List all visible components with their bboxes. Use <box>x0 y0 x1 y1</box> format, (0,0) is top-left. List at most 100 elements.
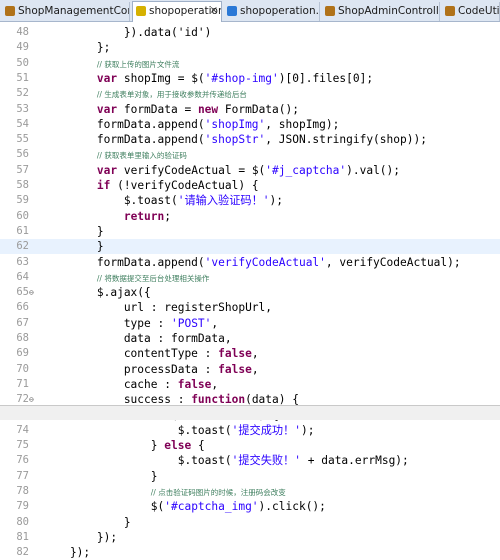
code-text: $.toast('请输入验证码！'); <box>43 194 283 208</box>
line-number: 80 <box>16 515 29 528</box>
tab-shop-admin-controller[interactable]: ShopAdminController.java <box>322 2 440 21</box>
code-line[interactable]: 56 // 获取表单里输入的验证码 <box>0 147 500 162</box>
line-number: 50 <box>16 56 29 69</box>
code-line[interactable]: 63 formData.append('verifyCodeActual', v… <box>0 255 500 270</box>
line-number: 68 <box>16 332 29 344</box>
code-line[interactable]: 52 // 生成表单对象，用于接收参数并传递给后台 <box>0 86 500 101</box>
line-number: 66 <box>16 301 29 314</box>
code-text: return; <box>123 209 171 223</box>
code-line[interactable]: 70 processData : false, <box>0 362 500 377</box>
code-line[interactable]: 65 ⊖ $.ajax({ <box>0 285 500 300</box>
code-text: // 获取表单里输入的验证码 <box>96 151 187 161</box>
line-number: 79 <box>16 500 29 513</box>
code-line[interactable]: 82 }); <box>0 545 500 560</box>
tab-shopoperation-js[interactable]: shopoperation.js × <box>132 1 222 22</box>
code-text: formData.append('shopStr', JSON.stringif… <box>43 133 427 147</box>
code-text: formData.append('verifyCodeActual', veri… <box>43 255 461 269</box>
code-text: } <box>43 515 131 529</box>
tab-label: ShopAdminController.java <box>338 5 439 17</box>
code-line[interactable]: 74 $.toast('提交成功！'); <box>0 423 500 438</box>
code-line[interactable]: 76 $.toast('提交失败！' + data.errMsg); <box>0 453 500 468</box>
fold-toggle-icon[interactable]: ⊖ <box>29 285 37 300</box>
code-text: $.toast('提交失败！' + data.errMsg); <box>43 454 409 468</box>
code-line[interactable]: 81 }); <box>0 530 500 545</box>
code-line[interactable]: 53 var formData = new FormData(); <box>0 102 500 117</box>
code-line[interactable]: 61 } <box>0 224 500 239</box>
code-text: } <box>43 469 158 483</box>
line-number: 69 <box>16 347 29 360</box>
code-text: cache : false, <box>43 377 219 391</box>
code-text: if (!verifyCodeActual) { <box>96 179 259 192</box>
code-line[interactable]: 50 // 获取上传的图片文件流 <box>0 56 500 71</box>
code-text: type : 'POST', <box>43 316 219 330</box>
code-line[interactable]: 60 return; <box>0 209 500 224</box>
code-line[interactable]: 80 } <box>0 515 500 530</box>
code-line[interactable]: 77 } <box>0 469 500 484</box>
code-line[interactable]: 58 if (!verifyCodeActual) { <box>0 178 500 193</box>
code-text: var formData = new FormData(); <box>96 102 299 116</box>
code-line[interactable]: 68 data : formData, <box>0 331 500 346</box>
code-text: url : registerShopUrl, <box>43 301 273 315</box>
code-line[interactable]: 64 // 将数据提交至后台处理相关操作 <box>0 270 500 285</box>
code-line[interactable]: 48 }).data('id') <box>0 25 500 40</box>
close-icon[interactable]: × <box>210 2 218 20</box>
code-editor[interactable]: 48 }).data('id') 49 }; 50 // 获取上传的图片文件流 51 … <box>0 22 500 559</box>
code-text: }); <box>43 530 118 544</box>
code-text: processData : false, <box>43 362 259 376</box>
code-text: }); <box>43 546 91 560</box>
line-number: 65 <box>16 286 29 299</box>
horizontal-scrollbar[interactable] <box>0 405 500 420</box>
tab-code-util[interactable]: CodeUtil.java <box>442 2 500 21</box>
code-line[interactable]: 57 var verifyCodeActual = $('#j_captcha'… <box>0 163 500 178</box>
tab-label: shopoperation.html <box>240 5 319 17</box>
code-line[interactable]: 54 formData.append('shopImg', shopImg); <box>0 117 500 132</box>
js-file-icon <box>136 6 146 16</box>
line-number: 71 <box>16 377 29 390</box>
code-line[interactable]: 62 } <box>0 239 500 255</box>
code-text: }; <box>43 41 111 55</box>
java-file-icon <box>5 6 15 16</box>
code-text: $.toast('提交成功！'); <box>43 423 315 437</box>
line-number: 52 <box>16 87 29 100</box>
java-file-icon <box>445 6 455 16</box>
line-number: 53 <box>16 102 29 115</box>
code-line[interactable]: 55 formData.append('shopStr', JSON.strin… <box>0 132 500 147</box>
line-number: 77 <box>16 469 29 482</box>
code-text: var shopImg = $('#shop-img')[0].files[0]… <box>96 71 374 85</box>
code-text: } else { <box>43 439 205 453</box>
code-line[interactable]: 78 // 点击验证码图片的时候，注册码会改变 <box>0 484 500 499</box>
code-line[interactable]: 67 type : 'POST', <box>0 316 500 331</box>
code-text: // 点击验证码图片的时候，注册码会改变 <box>150 488 286 497</box>
line-number: 55 <box>16 133 29 146</box>
java-file-icon <box>325 6 335 16</box>
code-line[interactable]: 51 var shopImg = $('#shop-img')[0].files… <box>0 71 500 86</box>
code-text: // 生成表单对象，用于接收参数并传递给后台 <box>96 90 247 100</box>
line-number: 57 <box>16 163 29 176</box>
tab-shop-management-controller[interactable]: ShopManagementControll... <box>2 2 130 21</box>
code-text: } <box>43 240 104 254</box>
line-number: 64 <box>16 270 29 283</box>
code-line[interactable]: 59 $.toast('请输入验证码！'); <box>0 193 500 208</box>
code-text: } <box>43 224 104 238</box>
line-number: 60 <box>16 209 29 222</box>
code-line[interactable]: 71 cache : false, <box>0 377 500 392</box>
tab-label: CodeUtil.java <box>458 5 500 17</box>
code-text: contentType : false, <box>43 347 259 361</box>
html-file-icon <box>227 6 237 16</box>
editor-tab-bar: ShopManagementControll... shopoperation.… <box>0 0 500 22</box>
code-line[interactable]: 66 url : registerShopUrl, <box>0 300 500 315</box>
code-text: $.ajax({ <box>43 286 151 300</box>
code-line[interactable]: 49 }; <box>0 40 500 55</box>
code-line[interactable]: 75 } else { <box>0 438 500 453</box>
line-number: 76 <box>16 454 29 467</box>
line-number: 51 <box>16 71 29 84</box>
line-number: 56 <box>16 148 29 161</box>
line-number: 59 <box>16 194 29 207</box>
code-text: $('#captcha_img').click(); <box>43 500 326 514</box>
code-line[interactable]: 69 contentType : false, <box>0 346 500 361</box>
code-text: formData.append('shopImg', shopImg); <box>43 117 340 131</box>
code-line[interactable]: 79 $('#captcha_img').click(); <box>0 499 500 514</box>
line-number: 78 <box>16 485 29 497</box>
code-text: var verifyCodeActual = $('#j_captcha').v… <box>96 163 401 177</box>
tab-shopoperation-html[interactable]: shopoperation.html <box>224 2 320 21</box>
